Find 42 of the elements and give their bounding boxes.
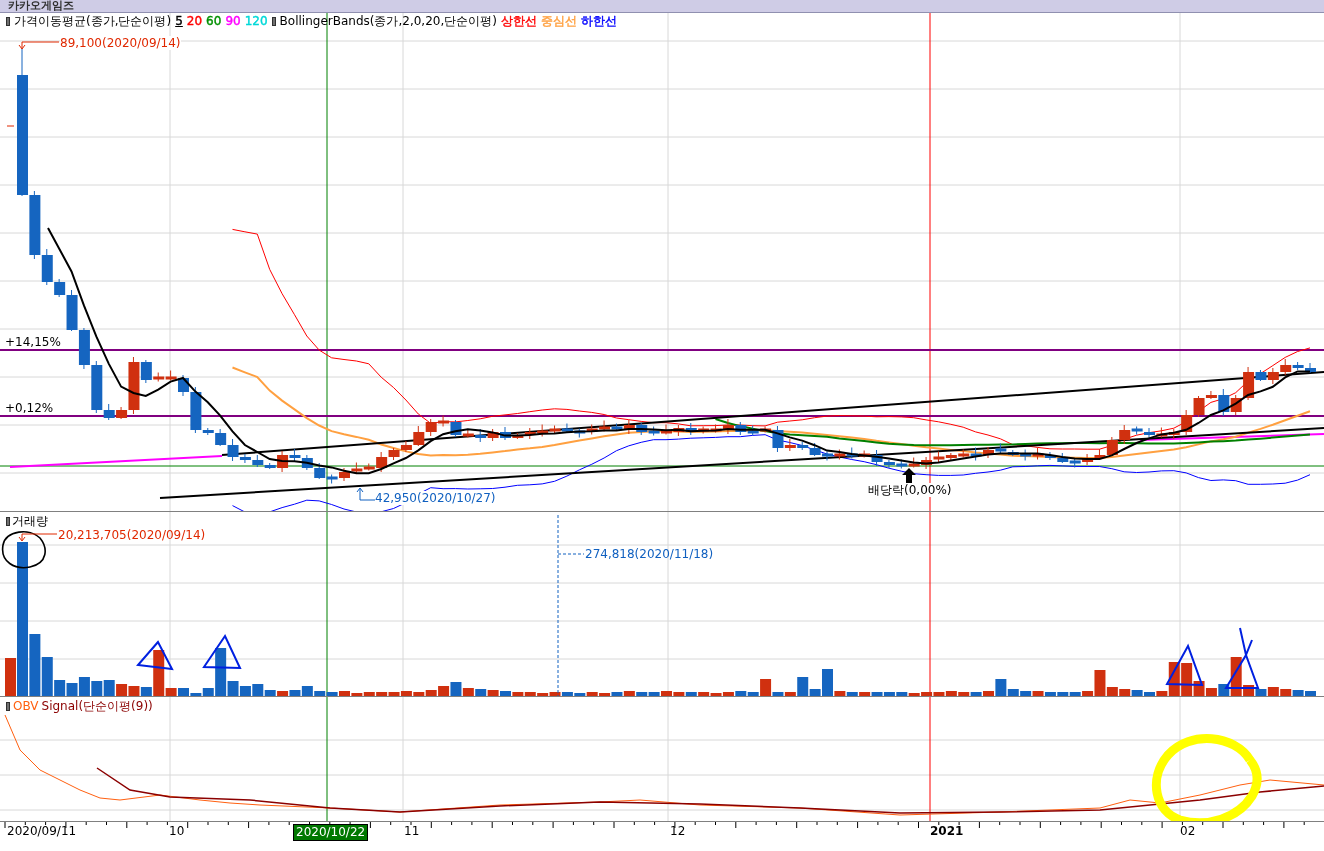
series-name: OBV [13,699,39,713]
axis-label: 02 [1179,824,1197,839]
indicator-parameter: 상한선 [500,13,537,29]
leader-line [356,487,376,501]
axis-label: 2020/09/11 [6,824,78,839]
indicator-name[interactable]: 가격이동평균(종가,단순이평) [14,13,172,29]
indicator-parameter: 90 [225,13,241,29]
leader-line [18,532,58,542]
indicator-parameter: 중심선 [540,13,577,29]
legend-icon[interactable] [6,516,10,526]
indicator-name[interactable]: BollingerBands(종가,2,0,20,단순이평) [279,13,497,29]
circle-annotation-drawing [1,531,46,569]
triangle-annotation-drawing [1165,643,1204,687]
arrow-icon [902,468,916,483]
price-label: 배당락(0,00%) [868,483,952,497]
indicator-parameter: 20 [186,13,203,29]
triangle-annotation-drawing [1224,627,1260,689]
series-name: Signal(단순이평(9)) [41,699,153,713]
axis-label: 11 [403,824,421,839]
legend-icon[interactable] [6,16,10,26]
level-label: +14,15% [5,335,61,349]
tick-mark [6,125,15,127]
legend-icon[interactable] [6,701,10,711]
indicator-parameter: 120 [244,13,268,29]
indicator-parameter: 하한선 [580,13,617,29]
axis-label: 2021 [929,824,965,839]
volume-label: 274,818(2020/11/18) [585,547,714,561]
indicator-parameter: 5 [175,13,183,29]
axis-label: 12 [669,824,687,839]
window-title: 카카오게임즈 [8,0,74,12]
price-label: 42,950(2020/10/27) [375,491,496,505]
axis-label: 2020/10/22 [293,824,369,841]
triangle-annotation-drawing [202,634,242,670]
leader-line [18,40,60,50]
volume-label: 20,213,705(2020/09/14) [58,528,206,542]
triangle-annotation-drawing [136,640,174,671]
panel-title: 거래량 [12,514,48,528]
legend-icon[interactable] [271,16,276,26]
price-label: 89,100(2020/09/14) [60,36,181,50]
axis-label: 10 [168,824,186,839]
indicator-parameter: 60 [206,13,222,29]
level-label: +0,12% [5,401,54,415]
